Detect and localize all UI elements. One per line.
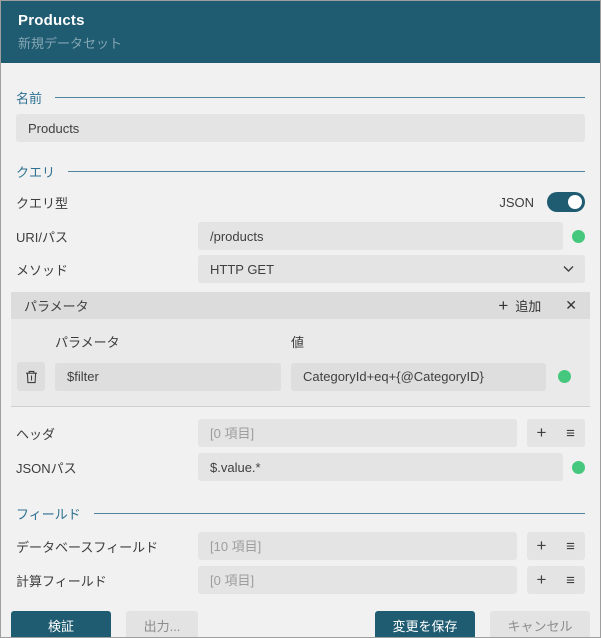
valid-indicator xyxy=(558,370,571,383)
query-type-row: クエリ型 JSON xyxy=(16,191,585,213)
column-header-name: パラメータ xyxy=(55,335,120,350)
chevron-down-icon xyxy=(563,266,574,272)
parameter-name-input[interactable] xyxy=(55,362,281,391)
dialog-header: Products 新規データセット xyxy=(1,1,600,63)
trash-icon xyxy=(25,370,37,383)
add-parameter-label: 追加 xyxy=(515,299,542,314)
query-type-toggle[interactable] xyxy=(547,192,585,212)
database-fields-label: データベースフィールド xyxy=(16,539,159,555)
query-type-value: JSON xyxy=(499,194,534,210)
output-button[interactable]: 出力... xyxy=(126,611,198,637)
section-query-label: クエリ xyxy=(16,164,56,180)
delete-parameter-button[interactable] xyxy=(17,362,45,391)
toggle-knob-icon xyxy=(568,195,582,209)
json-path-input[interactable] xyxy=(198,453,563,481)
section-name-label: 名前 xyxy=(16,90,43,106)
parameters-panel: パラメータ 値 xyxy=(11,319,590,407)
database-fields-menu-button[interactable]: ≡ xyxy=(556,532,585,560)
method-label: メソッド xyxy=(16,262,69,278)
section-divider xyxy=(55,96,585,98)
plus-icon: + xyxy=(536,570,547,589)
plus-icon: + xyxy=(498,296,509,315)
dialog-title: Products xyxy=(18,12,85,29)
parameter-value-input[interactable] xyxy=(291,362,546,391)
query-type-label: クエリ型 xyxy=(16,195,69,211)
section-name: 名前 xyxy=(16,89,585,106)
calculated-fields-actions: + ≡ xyxy=(527,566,585,594)
valid-indicator xyxy=(572,229,585,243)
add-header-button[interactable]: + xyxy=(527,419,556,447)
add-calculated-field-button[interactable]: + xyxy=(527,566,556,594)
menu-icon: ≡ xyxy=(566,571,575,589)
database-fields-row: データベースフィールド + ≡ xyxy=(16,532,585,560)
headers-input[interactable] xyxy=(198,419,517,447)
validate-button[interactable]: 検証 xyxy=(11,611,111,637)
dialog-footer: 検証 出力... 変更を保存 キャンセル xyxy=(1,611,600,637)
uri-label: URI/パス xyxy=(16,229,69,245)
dataset-dialog: Products 新規データセット 名前 クエリ クエリ型 JSON xyxy=(0,0,601,638)
headers-label: ヘッダ xyxy=(16,426,56,442)
parameters-block: パラメータ + 追加 ✕ パラメータ 値 xyxy=(11,292,590,407)
column-header-value: 値 xyxy=(291,335,305,350)
parameters-header-bar: パラメータ + 追加 ✕ xyxy=(11,292,590,319)
parameter-row xyxy=(17,362,580,391)
add-parameter-button[interactable]: + 追加 xyxy=(498,296,541,315)
parameters-title: パラメータ xyxy=(24,299,89,314)
json-path-label: JSONパス xyxy=(16,460,77,476)
plus-icon: + xyxy=(536,536,547,555)
section-divider xyxy=(93,512,585,514)
section-divider xyxy=(68,170,585,172)
json-path-row: JSONパス xyxy=(16,453,585,481)
method-selected-value: HTTP GET xyxy=(210,261,275,277)
headers-row: ヘッダ + ≡ xyxy=(16,419,585,447)
parameters-column-headers: パラメータ 値 xyxy=(17,332,580,351)
method-select[interactable]: HTTP GET xyxy=(198,255,585,283)
section-query: クエリ xyxy=(16,163,585,180)
add-database-field-button[interactable]: + xyxy=(527,532,556,560)
dialog-subtitle: 新規データセット xyxy=(18,36,123,51)
menu-icon: ≡ xyxy=(566,424,575,442)
save-changes-button[interactable]: 変更を保存 xyxy=(375,611,475,637)
valid-indicator xyxy=(572,460,585,474)
calculated-fields-label: 計算フィールド xyxy=(16,573,107,589)
section-fields-label: フィールド xyxy=(16,506,81,522)
headers-menu-button[interactable]: ≡ xyxy=(556,419,585,447)
close-icon[interactable]: ✕ xyxy=(565,297,577,314)
plus-icon: + xyxy=(536,423,547,442)
database-fields-input[interactable] xyxy=(198,532,517,560)
calculated-fields-menu-button[interactable]: ≡ xyxy=(556,566,585,594)
name-input[interactable] xyxy=(16,114,585,142)
menu-icon: ≡ xyxy=(566,537,575,555)
headers-actions: + ≡ xyxy=(527,419,585,447)
section-fields: フィールド xyxy=(16,505,585,522)
database-fields-actions: + ≡ xyxy=(527,532,585,560)
cancel-button[interactable]: キャンセル xyxy=(490,611,590,637)
calculated-fields-row: 計算フィールド + ≡ xyxy=(16,566,585,594)
calculated-fields-input[interactable] xyxy=(198,566,517,594)
uri-input[interactable] xyxy=(198,222,563,250)
method-row: メソッド HTTP GET xyxy=(16,255,585,283)
uri-row: URI/パス xyxy=(16,222,585,250)
